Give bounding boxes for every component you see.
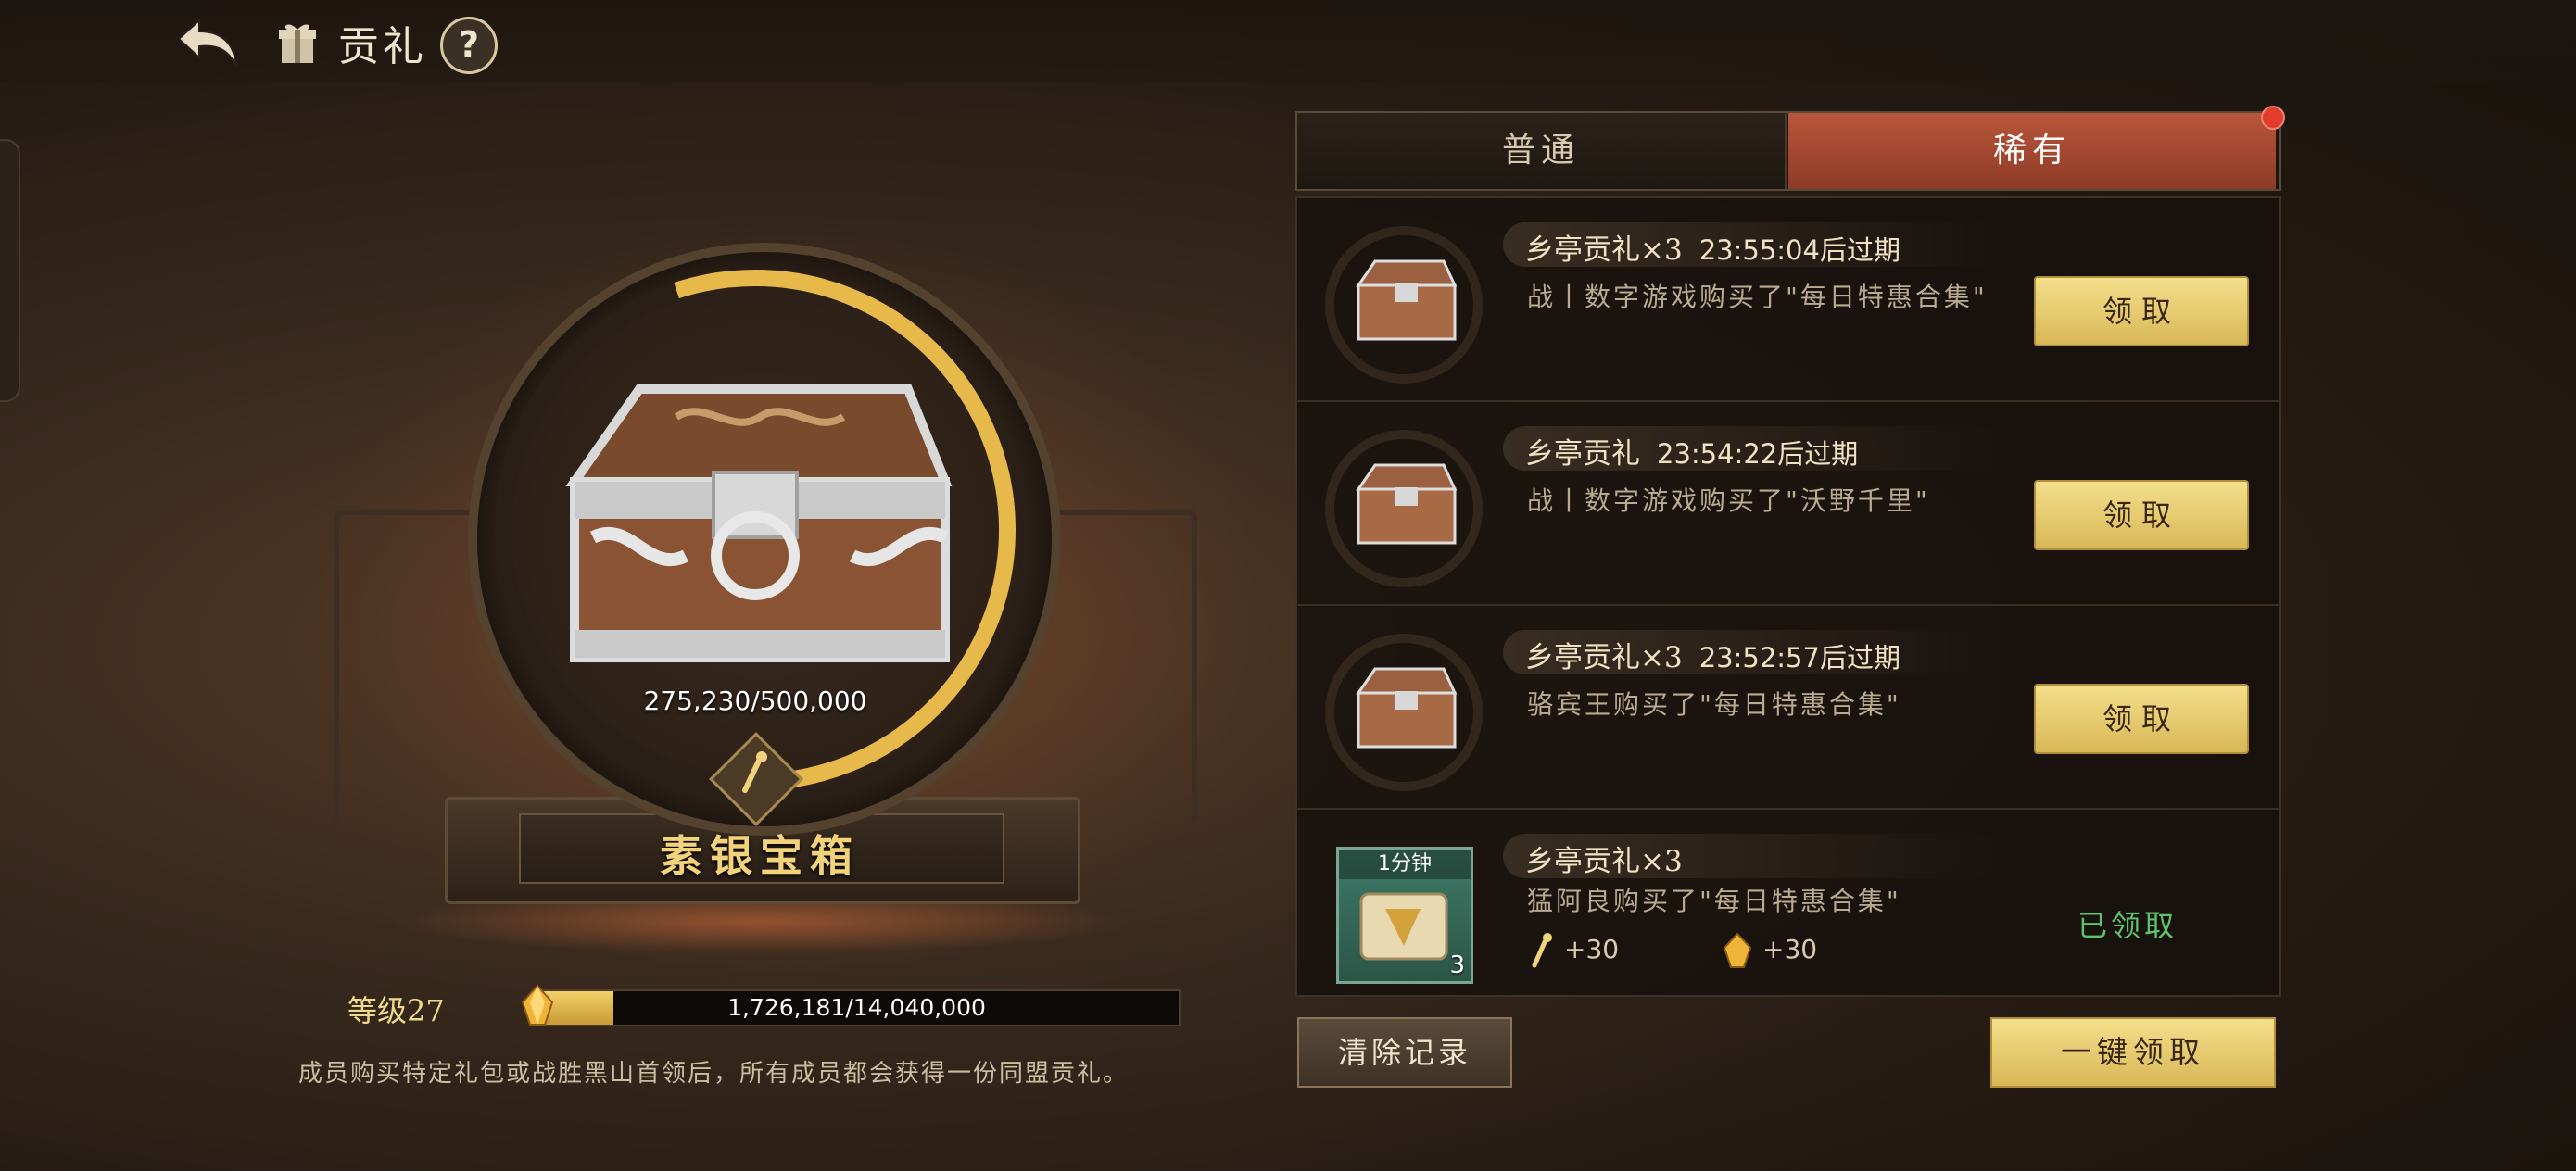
row-description: 战丨数字游戏购买了"每日特惠合集"	[1527, 282, 1988, 312]
tab-rare[interactable]: 稀有	[1788, 113, 2276, 189]
tab-bar: 普通 稀有	[1295, 111, 2281, 191]
gem-icon	[1723, 932, 1752, 968]
tab-normal[interactable]: 普通	[1297, 113, 1787, 189]
reward-value: +30	[1564, 934, 1620, 964]
gift-name: 乡亭贡礼×3	[1525, 845, 1683, 878]
top-bar: 贡礼 ?	[0, 0, 2576, 83]
item-count: 3	[1449, 951, 1465, 979]
row-title: 乡亭贡礼×3 23:52:57后过期	[1525, 634, 1900, 675]
back-icon[interactable]	[171, 11, 246, 76]
chest-progress-text: 275,230/500,000	[643, 686, 867, 716]
item-duration-label: 1分钟	[1339, 850, 1471, 879]
scroll-icon	[1359, 892, 1448, 961]
level-label: 等级27	[347, 993, 445, 1028]
row-title: 乡亭贡礼×3 23:55:04后过期	[1525, 226, 1900, 268]
claim-button[interactable]: 领取	[2034, 684, 2249, 754]
key-icon	[1532, 933, 1552, 968]
reward-value: +30	[1762, 934, 1818, 964]
list-item: 乡亭贡礼×3 23:55:04后过期 战丨数字游戏购买了"每日特惠合集" 领取	[1297, 198, 2279, 402]
row-description: 猛阿良购买了"每日特惠合集"	[1527, 886, 1901, 916]
level-progress-text: 1,726,181/14,040,000	[727, 994, 986, 1021]
claim-button[interactable]: 领取	[2034, 276, 2249, 346]
gift-name: 乡亭贡礼×3	[1525, 641, 1683, 674]
gift-name: 乡亭贡礼	[1525, 437, 1640, 471]
claim-button[interactable]: 领取	[2034, 480, 2249, 550]
row-description: 骆宾王购买了"每日特惠合集"	[1527, 689, 1901, 720]
row-title: 乡亭贡礼×3	[1525, 837, 1683, 879]
claim-all-button[interactable]: 一键领取	[1990, 1017, 2276, 1088]
key-icon	[742, 751, 767, 793]
expire-time: 23:54:22后过期	[1657, 438, 1859, 470]
side-handle[interactable]	[0, 139, 20, 402]
row-title: 乡亭贡礼 23:54:22后过期	[1525, 430, 1858, 472]
reward-gem: +30	[1722, 932, 1817, 969]
gift-list[interactable]: 乡亭贡礼×3 23:55:04后过期 战丨数字游戏购买了"每日特惠合集" 领取 乡…	[1295, 196, 2281, 997]
chest-name: 素银宝箱	[660, 831, 860, 881]
chest-icon	[1356, 463, 1458, 545]
chest-icon	[1356, 259, 1458, 341]
gift-icon	[279, 24, 316, 63]
gift-name: 乡亭贡礼×3	[1525, 233, 1683, 267]
list-item: 乡亭贡礼 23:54:22后过期 战丨数字游戏购买了"沃野千里" 领取	[1297, 402, 2279, 606]
reward-key: +30	[1527, 932, 1619, 969]
expire-time: 23:55:04后过期	[1698, 234, 1900, 266]
claimed-status: 已领取	[2077, 908, 2178, 943]
level-progress-bar: 1,726,181/14,040,000	[533, 989, 1181, 1026]
list-item: 1分钟 3 乡亭贡礼×3 猛阿良购买了"每日特惠合集" +30 +30 已领取	[1297, 810, 2279, 1012]
chest-icon	[1356, 667, 1458, 749]
silver-chest-image	[565, 384, 953, 662]
expire-time: 23:52:57后过期	[1698, 642, 1900, 674]
clear-records-button[interactable]: 清除记录	[1297, 1017, 1512, 1088]
gem-icon	[521, 984, 554, 1026]
notification-dot	[2261, 106, 2285, 130]
page-title: 贡礼	[338, 23, 427, 70]
row-description: 战丨数字游戏购买了"沃野千里"	[1527, 485, 1930, 516]
gift-description: 成员购买特定礼包或战胜黑山首领后，所有成员都会获得一份同盟贡礼。	[298, 1060, 1130, 1088]
list-item: 乡亭贡礼×3 23:52:57后过期 骆宾王购买了"每日特惠合集" 领取	[1297, 606, 2279, 810]
speedup-item: 1分钟 3	[1336, 847, 1473, 984]
help-icon[interactable]: ?	[440, 17, 498, 74]
